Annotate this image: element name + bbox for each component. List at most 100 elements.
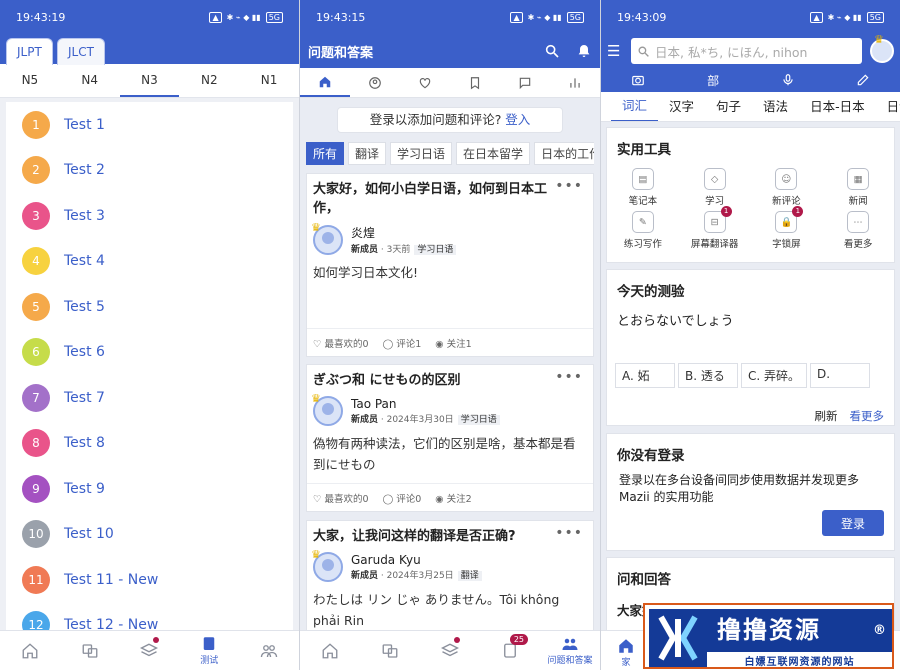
category-chip[interactable]: 所有 (306, 142, 345, 165)
utility-tools-card: 实用工具 ▤ 笔记本 ◇ 学习 ☺ 新评论 ▦ 新闻 ✎ 练习写作 ⊟ 1 屏幕翻译器 🔒 1 字锁屏 ⋯ 看更多 (606, 127, 895, 263)
test-item[interactable]: 10 Test 10 (6, 512, 293, 558)
test-item[interactable]: 6 Test 6 (6, 330, 293, 376)
nav-home[interactable] (300, 631, 360, 670)
test-item[interactable]: 1 Test 1 (6, 102, 293, 148)
author-name[interactable]: Garuda Kyu (351, 553, 482, 567)
test-item[interactable]: 8 Test 8 (6, 421, 293, 467)
refresh-button[interactable]: 刷新 (815, 408, 838, 424)
test-item[interactable]: 2 Test 2 (6, 148, 293, 194)
utility-writing[interactable]: ✎ 练习写作 (607, 211, 679, 250)
utility-screen-translate[interactable]: ⊟ 1 屏幕翻译器 (679, 206, 751, 250)
test-item[interactable]: 3 Test 3 (6, 193, 293, 239)
tab-jlpt[interactable]: JLPT (6, 38, 53, 65)
nav-qa[interactable]: 问题和答案 (540, 631, 600, 670)
author-name[interactable]: 炎煌 (351, 224, 456, 241)
comment-count[interactable]: ◯ 评论1 (383, 336, 422, 350)
tab-bookmarks[interactable] (450, 68, 500, 97)
avatar[interactable]: ♛ (311, 548, 343, 582)
category-chip[interactable]: 日本的工作 (534, 142, 594, 165)
more-options-icon[interactable]: ••• (555, 369, 583, 385)
utility-notebook[interactable]: ▤ 笔记本 (607, 168, 679, 207)
follow-count[interactable]: ◉ 关注2 (435, 491, 471, 505)
menu-icon[interactable]: ☰ (607, 42, 631, 60)
level-tab-n1[interactable]: N1 (239, 64, 299, 97)
test-item[interactable]: 11 Test 11 - New (6, 557, 293, 603)
category-chip[interactable]: 翻译 (348, 142, 387, 165)
level-tab-n4[interactable]: N4 (60, 64, 120, 97)
question-post[interactable]: 大家，让我问这样的翻译是否正确? ••• ♛ Garuda Kyu 新成员 · 2024… (306, 520, 594, 640)
search-icon[interactable] (544, 43, 560, 59)
like-count[interactable]: ♡ 最喜欢的0 (313, 491, 369, 505)
camera-search[interactable] (601, 73, 676, 87)
test-item[interactable]: 4 Test 4 (6, 239, 293, 285)
category-tab[interactable]: 词汇 (611, 92, 659, 121)
radical-search[interactable]: 部 (676, 72, 751, 89)
more-options-icon[interactable]: ••• (555, 178, 583, 194)
login-link[interactable]: 登入 (505, 112, 530, 127)
bell-icon[interactable] (576, 43, 592, 59)
nav-home[interactable] (0, 631, 60, 670)
post-tag[interactable]: 学习日语 (457, 415, 500, 425)
more-options-icon[interactable]: ••• (555, 525, 583, 541)
follow-count[interactable]: ◉ 关注1 (435, 336, 471, 350)
watermark-subtitle: 白嫖互联网资源的网站 (744, 657, 855, 668)
like-count[interactable]: ♡ 最喜欢的0 (313, 336, 369, 350)
category-chip[interactable]: 学习日语 (390, 142, 453, 165)
nav-study[interactable] (420, 631, 480, 670)
utility-lock-screen[interactable]: 🔒 1 字锁屏 (751, 206, 823, 250)
category-tab[interactable]: 日语 (876, 93, 900, 121)
utility-more[interactable]: ⋯ 看更多 (822, 211, 894, 250)
test-item[interactable]: 9 Test 9 (6, 466, 293, 512)
voice-search[interactable] (751, 73, 826, 87)
category-tab[interactable]: 语法 (752, 93, 799, 121)
test-item[interactable]: 12 Test 12 - New (6, 603, 293, 632)
quiz-option[interactable]: A. 妬 (615, 363, 675, 388)
post-title[interactable]: ぎぶつ和 にせもの的区别 (307, 365, 593, 390)
category-tab[interactable]: 句子 (705, 93, 752, 121)
avatar[interactable]: ♛ (870, 33, 894, 63)
tab-comments[interactable] (500, 68, 550, 97)
utility-layers[interactable]: ◇ 学习 (679, 168, 751, 207)
utility-news[interactable]: ▦ 新闻 (822, 168, 894, 207)
post-title[interactable]: 大家好，如何小白学日语，如何到日本工作， (307, 174, 593, 218)
category-tab[interactable]: 日本-日本 (799, 93, 876, 121)
question-post[interactable]: ぎぶつ和 にせもの的区别 ••• ♛ Tao Pan 新成员 · 2024年3月30日学… (306, 364, 594, 512)
comment-count[interactable]: ◯ 评论0 (383, 491, 422, 505)
tab-favorites[interactable] (400, 68, 450, 97)
level-tab-n2[interactable]: N2 (179, 64, 239, 97)
login-button[interactable]: 登录 (822, 510, 884, 536)
qa-screen: 19:43:15 ▲ ✱ ⌁ ◆ ▮▮ 5G 问题和答案 登录以添加问题和评论? … (300, 0, 600, 670)
see-more-link[interactable]: 看更多 (850, 408, 885, 424)
nav-community[interactable] (239, 631, 299, 670)
tab-profile[interactable] (350, 68, 400, 97)
author-name[interactable]: Tao Pan (351, 397, 500, 411)
post-title[interactable]: 大家，让我问这样的翻译是否正确? (307, 521, 593, 546)
nav-study[interactable] (120, 631, 180, 670)
avatar[interactable]: ♛ (311, 221, 343, 255)
quiz-option[interactable]: D. (810, 363, 871, 388)
utility-comments[interactable]: ☺ 新评论 (751, 168, 823, 207)
level-tab-n5[interactable]: N5 (0, 64, 60, 97)
question-post[interactable]: 大家好，如何小白学日语，如何到日本工作， ••• ♛ 炎煌 新成员 · 3天前 学习日语如… (306, 173, 594, 357)
tab-home[interactable] (300, 68, 350, 97)
nav-translate[interactable] (360, 631, 420, 670)
quiz-option[interactable]: B. 透る (678, 363, 738, 388)
test-item[interactable]: 7 Test 7 (6, 375, 293, 421)
tab-stats[interactable] (550, 68, 600, 97)
handwriting-search[interactable] (825, 73, 900, 87)
avatar[interactable]: ♛ (311, 392, 343, 426)
quiz-option[interactable]: C. 弄碎。 (741, 363, 808, 388)
nav-test[interactable]: 测试 (179, 631, 239, 670)
home-icon (319, 76, 331, 87)
category-chip[interactable]: 在日本留学 (456, 142, 531, 165)
level-tab-n3[interactable]: N3 (119, 64, 180, 97)
nav-translate[interactable] (60, 631, 120, 670)
tab-jlct[interactable]: JLCT (57, 38, 105, 65)
post-tag[interactable]: 学习日语 (414, 245, 457, 255)
nav-test[interactable]: 25 (480, 631, 540, 670)
nav-home[interactable]: 家 (617, 637, 635, 668)
search-input[interactable]: 日本, 私*ち, にほん, nihon (631, 38, 862, 64)
post-tag[interactable]: 翻译 (457, 571, 482, 581)
category-tab[interactable]: 汉字 (658, 93, 705, 121)
test-item[interactable]: 5 Test 5 (6, 284, 293, 330)
